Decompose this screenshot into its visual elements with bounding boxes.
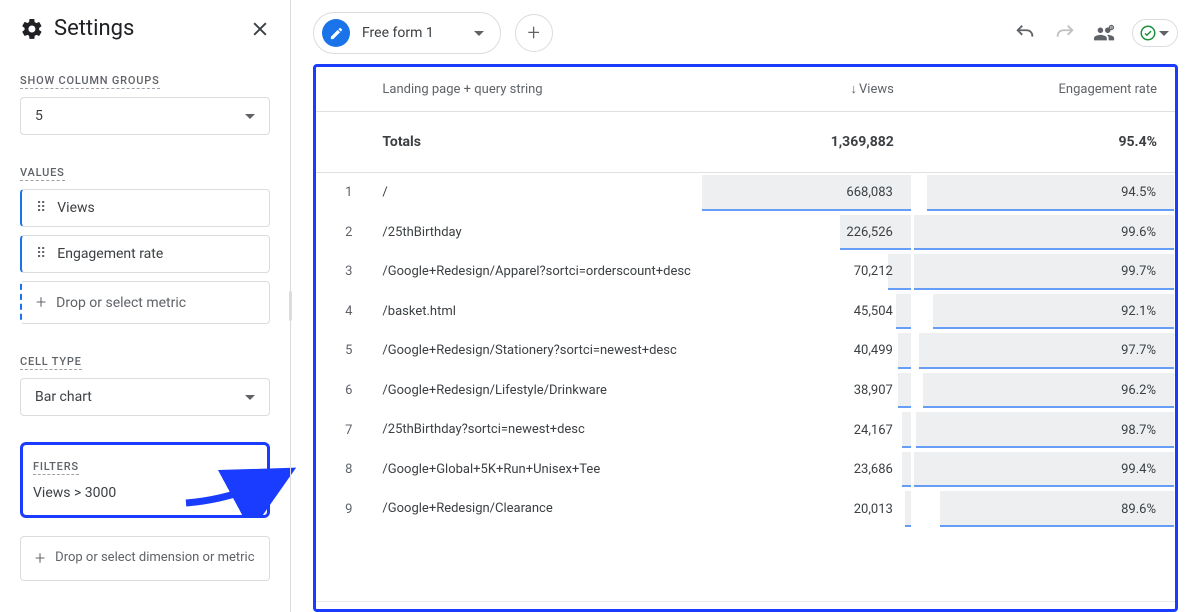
drop-dimension-label: Drop or select dimension or metric	[55, 550, 254, 567]
table-header-row: Landing page + query string ↓Views Engag…	[316, 67, 1175, 112]
totals-row: Totals 1,369,882 95.4%	[316, 112, 1175, 173]
row-engagement-bar: 99.6%	[912, 213, 1175, 253]
column-header-views[interactable]: ↓Views	[701, 67, 912, 112]
row-index: 1	[316, 173, 364, 213]
filter-chip[interactable]: Views > 3000	[33, 485, 257, 501]
drop-dimension-slot[interactable]: + Drop or select dimension or metric	[20, 536, 270, 581]
table-row[interactable]: 1/668,08394.5%	[316, 173, 1175, 213]
row-engagement-bar: 92.1%	[912, 292, 1175, 332]
filters-label: FILTERS	[33, 460, 79, 475]
row-engagement-bar: 97.7%	[912, 331, 1175, 371]
column-header-engagement[interactable]: Engagement rate	[912, 67, 1175, 112]
show-column-groups-select[interactable]: 5	[20, 97, 270, 135]
row-index: 7	[316, 410, 364, 450]
row-views-bar: 23,686	[701, 450, 912, 490]
caret-down-icon	[245, 114, 255, 119]
metric-chip-engagement-rate[interactable]: ⠿ Engagement rate	[20, 235, 270, 273]
horizontal-scrollbar[interactable]	[316, 601, 1175, 609]
row-page: /basket.html	[364, 292, 701, 332]
filters-section-highlight: FILTERS Views > 3000	[20, 442, 270, 518]
row-index: 9	[316, 489, 364, 529]
row-views-bar: 668,083	[701, 173, 912, 213]
sort-desc-icon: ↓	[851, 82, 858, 97]
row-page: /Google+Redesign/Stationery?sortci=newes…	[364, 331, 701, 371]
row-page: /Google+Redesign/Clearance	[364, 489, 701, 529]
close-icon[interactable]	[250, 19, 270, 39]
check-circle-icon	[1139, 24, 1157, 42]
sidebar-title: Settings	[54, 16, 134, 41]
metric-chip-label: Views	[57, 200, 95, 216]
table-row[interactable]: 9/Google+Redesign/Clearance20,01389.6%	[316, 489, 1175, 529]
svg-text:+: +	[1110, 25, 1113, 31]
grip-icon: ⠿	[36, 200, 47, 216]
totals-views: 1,369,882	[701, 112, 912, 173]
metric-chip-label: Engagement rate	[57, 246, 163, 262]
table-row[interactable]: 4/basket.html45,50492.1%	[316, 292, 1175, 332]
row-views-bar: 40,499	[701, 331, 912, 371]
table-row[interactable]: 6/Google+Redesign/Lifestyle/Drinkware38,…	[316, 371, 1175, 411]
metric-chip-views[interactable]: ⠿ Views	[20, 189, 270, 227]
undo-button[interactable]	[1012, 20, 1038, 46]
table-row[interactable]: 7/25thBirthday?sortci=newest+desc24,1679…	[316, 410, 1175, 450]
totals-label: Totals	[364, 112, 701, 173]
column-header-page[interactable]: Landing page + query string	[364, 67, 701, 112]
caret-down-icon	[474, 31, 484, 36]
row-engagement-bar: 99.4%	[912, 450, 1175, 490]
row-index: 5	[316, 331, 364, 371]
row-views-bar: 20,013	[701, 489, 912, 529]
share-button[interactable]: +	[1092, 20, 1118, 46]
gear-icon	[20, 17, 44, 41]
row-index: 3	[316, 252, 364, 292]
caret-down-icon	[245, 395, 255, 400]
row-index: 4	[316, 292, 364, 332]
values-label: VALUES	[20, 166, 65, 181]
row-page: /	[364, 173, 701, 213]
settings-sidebar: Settings SHOW COLUMN GROUPS 5 VALUES ⠿ V…	[0, 0, 290, 612]
table-row[interactable]: 5/Google+Redesign/Stationery?sortci=newe…	[316, 331, 1175, 371]
results-table-highlight: Landing page + query string ↓Views Engag…	[313, 64, 1178, 612]
row-engagement-bar: 96.2%	[912, 371, 1175, 411]
row-page: /Google+Global+5K+Run+Unisex+Tee	[364, 450, 701, 490]
totals-engagement: 95.4%	[912, 112, 1175, 173]
table-row[interactable]: 3/Google+Redesign/Apparel?sortci=ordersc…	[316, 252, 1175, 292]
redo-button[interactable]	[1052, 20, 1078, 46]
row-page: /25thBirthday	[364, 213, 701, 253]
row-views-bar: 24,167	[701, 410, 912, 450]
row-page: /Google+Redesign/Lifestyle/Drinkware	[364, 371, 701, 411]
cell-type-value: Bar chart	[35, 389, 92, 405]
row-page: /25thBirthday?sortci=newest+desc	[364, 410, 701, 450]
row-engagement-bar: 94.5%	[912, 173, 1175, 213]
row-views-bar: 45,504	[701, 292, 912, 332]
show-column-groups-value: 5	[35, 108, 43, 124]
sidebar-resizer[interactable]	[290, 0, 291, 612]
row-engagement-bar: 98.7%	[912, 410, 1175, 450]
main-panel: Free form 1 + +	[291, 0, 1200, 612]
row-views-bar: 226,526	[701, 213, 912, 253]
show-column-groups-label: SHOW COLUMN GROUPS	[20, 74, 160, 89]
row-page: /Google+Redesign/Apparel?sortci=ordersco…	[364, 252, 701, 292]
cell-type-label: CELL TYPE	[20, 355, 82, 370]
drop-metric-slot[interactable]: + Drop or select metric	[20, 281, 270, 324]
table-row[interactable]: 2/25thBirthday226,52699.6%	[316, 213, 1175, 253]
row-views-bar: 38,907	[701, 371, 912, 411]
results-table: Landing page + query string ↓Views Engag…	[316, 67, 1175, 529]
row-engagement-bar: 89.6%	[912, 489, 1175, 529]
tab-label: Free form 1	[362, 25, 434, 41]
row-index: 8	[316, 450, 364, 490]
grip-icon: ⠿	[36, 246, 47, 262]
drop-metric-label: Drop or select metric	[56, 295, 186, 311]
tab-free-form-1[interactable]: Free form 1	[313, 12, 501, 54]
add-tab-button[interactable]: +	[515, 14, 553, 52]
table-row[interactable]: 8/Google+Global+5K+Run+Unisex+Tee23,6869…	[316, 450, 1175, 490]
caret-down-icon	[1159, 31, 1169, 36]
plus-icon: +	[36, 292, 46, 313]
plus-icon: +	[35, 547, 45, 570]
row-views-bar: 70,212	[701, 252, 912, 292]
row-index: 6	[316, 371, 364, 411]
status-indicator[interactable]	[1132, 19, 1178, 47]
cell-type-select[interactable]: Bar chart	[20, 378, 270, 416]
pencil-icon	[322, 19, 350, 47]
row-engagement-bar: 99.7%	[912, 252, 1175, 292]
row-index: 2	[316, 213, 364, 253]
